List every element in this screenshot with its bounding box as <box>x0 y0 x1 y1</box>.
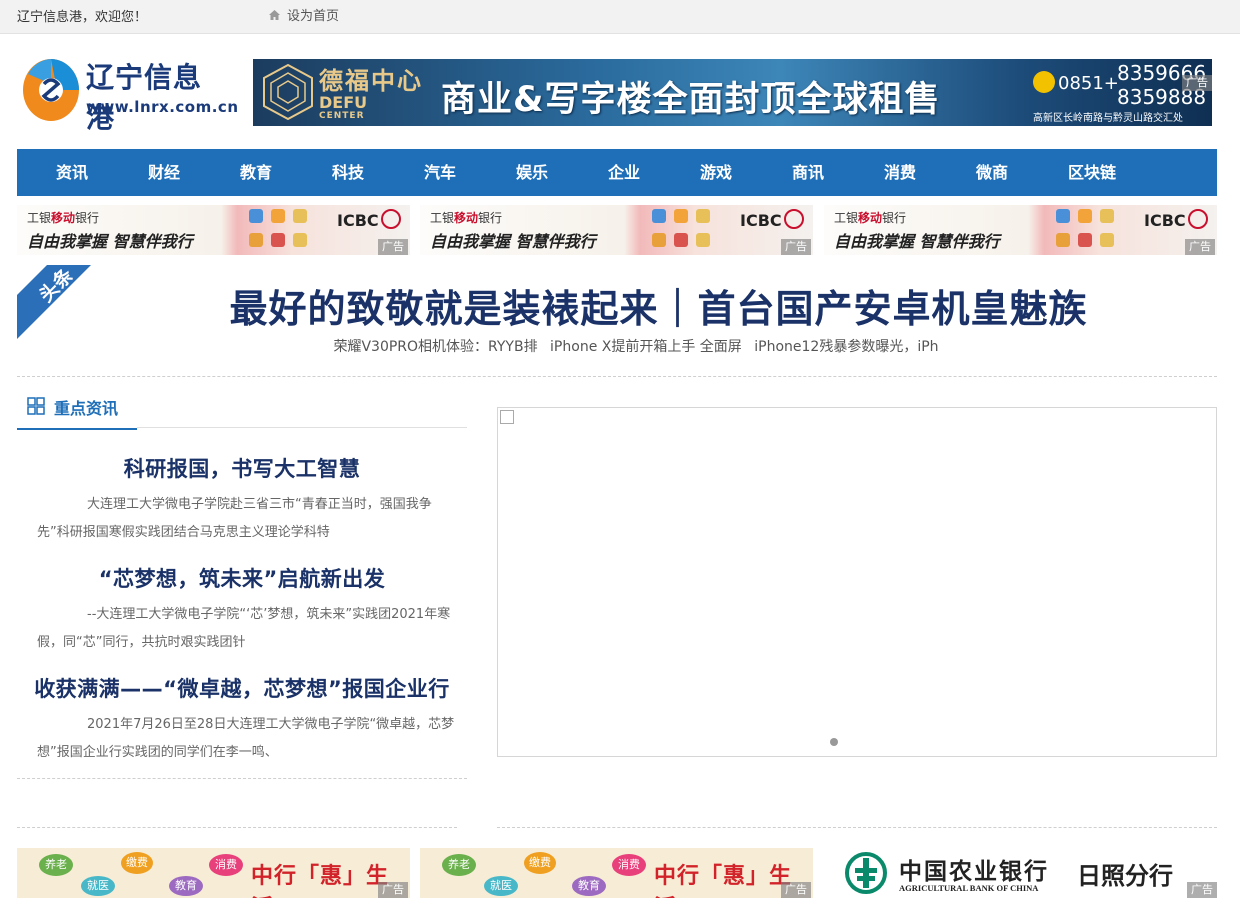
nav-item[interactable]: 科技 <box>302 149 394 196</box>
ad-tag: 广告 <box>378 882 408 898</box>
app-icons-icon <box>249 209 307 247</box>
divider <box>497 827 1217 828</box>
icbc-seal-icon <box>784 209 804 229</box>
set-home-label: 设为首页 <box>287 9 340 24</box>
icbc-slogan: 自由我掌握 智慧伴我行 <box>430 232 596 251</box>
bubble-label: 养老 <box>39 854 73 876</box>
nav-item[interactable]: 财经 <box>118 149 210 196</box>
ad-tag: 广告 <box>1182 75 1212 91</box>
grid-icon <box>27 397 45 415</box>
ad-tag: 广告 <box>781 239 811 255</box>
headline-title[interactable]: 最好的致敬就是装裱起来｜首台国产安卓机皇魅族 <box>0 278 1240 333</box>
abc-branch: 日照分行 <box>1077 862 1173 890</box>
headline-sub-link[interactable]: iPhone12残暴参数曝光，iPh <box>754 339 938 355</box>
divider <box>137 427 467 428</box>
ad-tag: 广告 <box>1187 882 1217 898</box>
divider <box>17 827 457 828</box>
icbc-brand: 工银移动银行 <box>834 211 907 225</box>
article-desc: --大连理工大学微电子学院“‘芯’梦想，筑未来”实践团2021年寒假，同“芯”同… <box>37 607 451 650</box>
app-icons-icon <box>652 209 710 247</box>
logo-url-text: www.lnrx.com.cn <box>86 98 239 116</box>
icbc-seal-icon <box>381 209 401 229</box>
nav-item[interactable]: 游戏 <box>670 149 762 196</box>
defu-hexagon-icon <box>263 63 313 121</box>
logo-brand-text: 辽宁信息港 <box>86 61 203 134</box>
icbc-ad-banner[interactable]: 工银移动银行 自由我掌握 智慧伴我行 ICBC 广告 <box>824 205 1217 255</box>
icbc-logo-text: ICBC <box>1144 211 1186 230</box>
image-slider[interactable] <box>497 407 1217 757</box>
phone-icon <box>1033 71 1055 93</box>
bubble-label: 就医 <box>81 876 115 896</box>
icbc-brand: 工银移动银行 <box>27 211 100 225</box>
icbc-slogan: 自由我掌握 智慧伴我行 <box>834 232 1000 251</box>
article-desc: 大连理工大学微电子学院赴三省三市“青春正当时，强国我争先”科研报国寒假实践团结合… <box>37 497 432 540</box>
divider <box>17 376 1217 377</box>
boc-ad-banner[interactable]: 养老 缴费 消费 就医 教育 中行「惠」生活 广告 <box>420 848 813 898</box>
section-header: 重点资讯 <box>17 390 137 430</box>
icbc-ad-banner[interactable]: 工银移动银行 自由我掌握 智慧伴我行 ICBC 广告 <box>420 205 813 255</box>
nav-item[interactable]: 娱乐 <box>486 149 578 196</box>
article-item: 科研报国，书写大工智慧 大连理工大学微电子学院赴三省三市“青春正当时，强国我争先… <box>17 453 467 547</box>
icbc-brand: 工银移动银行 <box>430 211 503 225</box>
nav-item[interactable]: 商讯 <box>762 149 854 196</box>
bubble-label: 缴费 <box>524 852 556 874</box>
nav-item[interactable]: 企业 <box>578 149 670 196</box>
banner-brand-en2: CENTER <box>319 111 365 121</box>
bubble-label: 养老 <box>442 854 476 876</box>
set-home-link[interactable]: 设为首页 <box>268 5 339 24</box>
main-nav: 资讯 财经 教育 科技 汽车 娱乐 企业 游戏 商讯 消费 微商 区块链 <box>17 149 1217 196</box>
slider-dot[interactable] <box>830 738 838 746</box>
abc-name-cn: 中国农业银行 <box>899 858 1049 885</box>
ad-tag: 广告 <box>378 239 408 255</box>
bubble-label: 教育 <box>572 876 606 896</box>
nav-item[interactable]: 教育 <box>210 149 302 196</box>
banner-slogan: 商业&写字楼全面封顶全球租售 <box>441 80 941 120</box>
divider <box>17 778 467 779</box>
broken-image-icon <box>500 410 514 424</box>
bubble-label: 缴费 <box>121 852 153 874</box>
bubble-label: 就医 <box>484 876 518 896</box>
abc-ad-banner[interactable]: 中国农业银行 AGRICULTURAL BANK OF CHINA 日照分行 广… <box>823 848 1217 898</box>
nav-item[interactable]: 区块链 <box>1046 149 1138 196</box>
ad-tag: 广告 <box>781 882 811 898</box>
article-title[interactable]: “芯梦想，筑未来”启航新出发 <box>17 563 467 593</box>
icbc-slogan: 自由我掌握 智慧伴我行 <box>27 232 193 251</box>
article-desc: 2021年7月26日至28日大连理工大学微电子学院“微卓越，芯梦想”报国企业行实… <box>37 717 455 760</box>
section-title: 重点资讯 <box>54 399 119 418</box>
top-bar: 辽宁信息港，欢迎您！ 设为首页 <box>0 0 1240 34</box>
nav-item[interactable]: 消费 <box>854 149 946 196</box>
headline-sub-link[interactable]: 荣耀V30PRO相机体验：RYYB排 <box>333 339 537 355</box>
article-title[interactable]: 科研报国，书写大工智慧 <box>17 453 467 483</box>
banner-tel-prefix: 0851+ <box>1058 73 1119 94</box>
banner-address: 高新区长岭南路与黔灵山路交汇处 <box>1033 113 1183 124</box>
bubble-label: 教育 <box>169 876 203 896</box>
top-banner-ad[interactable]: 德福中心 DEFU CENTER 商业&写字楼全面封顶全球租售 0851+ 83… <box>253 59 1212 126</box>
boc-ad-banner[interactable]: 养老 缴费 消费 就医 教育 中行「惠」生活 广告 <box>17 848 410 898</box>
headline-sub-link[interactable]: iPhone X提前开箱上手 全面屏 <box>550 339 742 355</box>
banner-brand-cn: 德福中心 <box>319 67 423 95</box>
home-icon <box>269 9 280 20</box>
app-icons-icon <box>1056 209 1114 247</box>
welcome-text: 辽宁信息港，欢迎您！ <box>17 10 148 25</box>
bubble-label: 消费 <box>612 854 646 876</box>
logo-emblem-icon <box>23 59 79 121</box>
icbc-logo-text: ICBC <box>337 211 379 230</box>
nav-item[interactable]: 资讯 <box>26 149 118 196</box>
icbc-seal-icon <box>1188 209 1208 229</box>
nav-item[interactable]: 微商 <box>946 149 1038 196</box>
article-item: 收获满满——“微卓越，芯梦想”报国企业行 2021年7月26日至28日大连理工大… <box>17 673 467 767</box>
abc-emblem-icon <box>845 852 887 894</box>
site-logo[interactable]: 辽宁信息港 www.lnrx.com.cn <box>22 54 238 134</box>
headline-subtitles: 荣耀V30PRO相机体验：RYYB排 iPhone X提前开箱上手 全面屏 iP… <box>0 336 1240 356</box>
nav-item[interactable]: 汽车 <box>394 149 486 196</box>
icbc-ad-banner[interactable]: 工银移动银行 自由我掌握 智慧伴我行 ICBC 广告 <box>17 205 410 255</box>
icbc-logo-text: ICBC <box>740 211 782 230</box>
article-title[interactable]: 收获满满——“微卓越，芯梦想”报国企业行 <box>17 673 467 703</box>
ad-tag: 广告 <box>1185 239 1215 255</box>
article-item: “芯梦想，筑未来”启航新出发 --大连理工大学微电子学院“‘芯’梦想，筑未来”实… <box>17 563 467 657</box>
abc-name-en: AGRICULTURAL BANK OF CHINA <box>899 883 1039 893</box>
bubble-label: 消费 <box>209 854 243 876</box>
banner-brand-en: DEFU <box>319 93 368 112</box>
